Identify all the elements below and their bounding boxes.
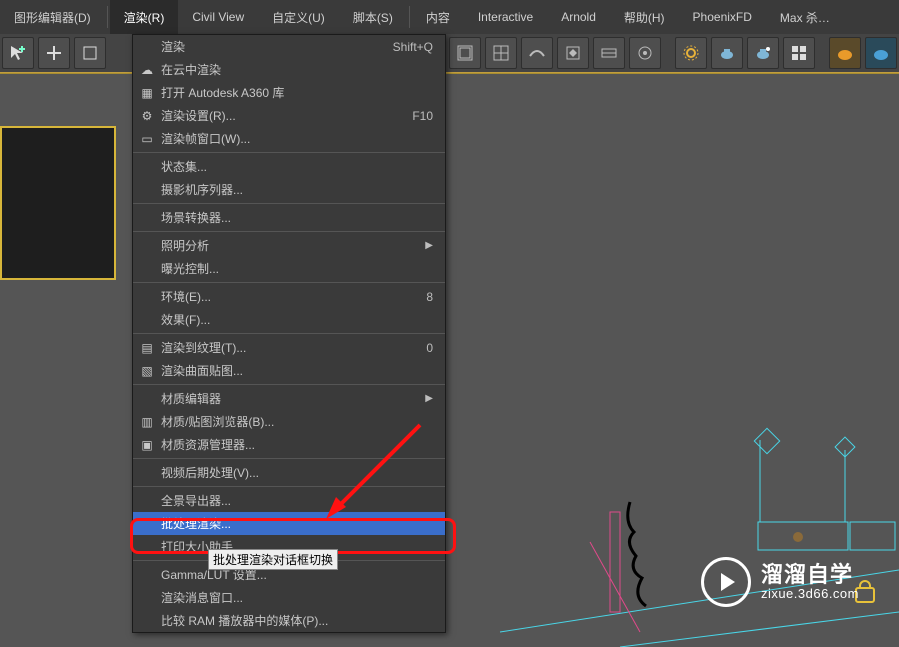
- menu-render-message[interactable]: 渲染消息窗口...: [133, 586, 445, 609]
- cloud-icon: ☁: [139, 62, 155, 78]
- menu-civil-view[interactable]: Civil View: [178, 0, 258, 34]
- menu-customize[interactable]: 自定义(U): [258, 0, 339, 34]
- tool-3-icon[interactable]: [74, 37, 106, 69]
- menu-panorama-exporter[interactable]: 全景导出器...: [133, 489, 445, 512]
- menu-script[interactable]: 脚本(S): [339, 0, 407, 34]
- watermark: 溜溜自学 zixue.3d66.com: [701, 557, 859, 607]
- menu-lighting-analysis[interactable]: 照明分析▶: [133, 234, 445, 257]
- tooltip: 批处理渲染对话框切换: [208, 549, 338, 570]
- menu-render-do[interactable]: 渲染Shift+Q: [133, 35, 445, 58]
- menu-divider: [133, 231, 445, 232]
- render-menu-dropdown: 渲染Shift+Q ☁在云中渲染 ▦打开 Autodesk A360 库 ⚙渲染…: [132, 34, 446, 633]
- menu-camera-sequencer[interactable]: 摄影机序列器...: [133, 178, 445, 201]
- menu-effects[interactable]: 效果(F)...: [133, 308, 445, 331]
- layout-h-icon[interactable]: [629, 37, 661, 69]
- settings-icon: ⚙: [139, 108, 155, 124]
- menu-video-post[interactable]: 视频后期处理(V)...: [133, 461, 445, 484]
- layout-c-icon[interactable]: [449, 37, 481, 69]
- menu-material-browser[interactable]: ▥材质/贴图浏览器(B)...: [133, 410, 445, 433]
- menu-state-sets[interactable]: 状态集...: [133, 155, 445, 178]
- menu-render-cloud[interactable]: ☁在云中渲染: [133, 58, 445, 81]
- menu-scene-converter[interactable]: 场景转换器...: [133, 206, 445, 229]
- menu-compare-ram[interactable]: 比较 RAM 播放器中的媒体(P)...: [133, 609, 445, 632]
- layout-d-icon[interactable]: [485, 37, 517, 69]
- menu-content[interactable]: 内容: [412, 0, 464, 34]
- teapot-b-icon[interactable]: [747, 37, 779, 69]
- menu-render-settings[interactable]: ⚙渲染设置(R)...F10: [133, 104, 445, 127]
- menu-render[interactable]: 渲染(R): [110, 0, 179, 34]
- render-prod-icon[interactable]: [829, 37, 861, 69]
- tex-icon: ▤: [139, 340, 155, 356]
- menubar: 图形编辑器(D) 渲染(R) Civil View 自定义(U) 脚本(S) 内…: [0, 0, 899, 35]
- menu-divider: [133, 152, 445, 153]
- surf-icon: ▧: [139, 363, 155, 379]
- menu-divider: [133, 486, 445, 487]
- menu-render-surface-map[interactable]: ▧渲染曲面贴图...: [133, 359, 445, 382]
- menu-render-to-texture[interactable]: ▤渲染到纹理(T)...0: [133, 336, 445, 359]
- frame-icon: ▭: [139, 131, 155, 147]
- chevron-right-icon: ▶: [425, 393, 433, 404]
- cursor-plus-icon[interactable]: [2, 37, 34, 69]
- menu-batch-render[interactable]: 批处理渲染...: [133, 512, 445, 535]
- menu-graph-editor[interactable]: 图形编辑器(D): [0, 0, 105, 34]
- menu-separator: [107, 6, 108, 28]
- play-icon: [701, 557, 751, 607]
- menu-divider: [133, 333, 445, 334]
- menu-material-explorer[interactable]: ▣材质资源管理器...: [133, 433, 445, 456]
- layout-f-icon[interactable]: [557, 37, 589, 69]
- render-iter-icon[interactable]: [865, 37, 897, 69]
- axis-move-icon[interactable]: [38, 37, 70, 69]
- menu-environment[interactable]: 环境(E)...8: [133, 285, 445, 308]
- menu-separator: [409, 6, 410, 28]
- menu-material-editor[interactable]: 材质编辑器▶: [133, 387, 445, 410]
- teapot-a-icon[interactable]: [711, 37, 743, 69]
- viewport-left-panel[interactable]: [0, 126, 116, 280]
- asset-icon: ▣: [139, 437, 155, 453]
- menu-phoenixfd[interactable]: PhoenixFD: [679, 0, 766, 34]
- watermark-url: zixue.3d66.com: [761, 587, 859, 602]
- menu-help[interactable]: 帮助(H): [610, 0, 679, 34]
- menu-max-extra[interactable]: Max 杀…: [766, 0, 844, 34]
- menu-arnold[interactable]: Arnold: [547, 0, 610, 34]
- a360-icon: ▦: [139, 85, 155, 101]
- layout-g-icon[interactable]: [593, 37, 625, 69]
- browser-icon: ▥: [139, 414, 155, 430]
- menu-divider: [133, 282, 445, 283]
- menu-divider: [133, 458, 445, 459]
- menu-open-a360[interactable]: ▦打开 Autodesk A360 库: [133, 81, 445, 104]
- menu-divider: [133, 203, 445, 204]
- grid-small-icon[interactable]: [783, 37, 815, 69]
- menu-interactive[interactable]: Interactive: [464, 0, 547, 34]
- layout-e-icon[interactable]: [521, 37, 553, 69]
- menu-divider: [133, 384, 445, 385]
- watermark-title: 溜溜自学: [761, 562, 859, 587]
- chevron-right-icon: ▶: [425, 240, 433, 251]
- gear-icon[interactable]: [675, 37, 707, 69]
- menu-exposure-control[interactable]: 曝光控制...: [133, 257, 445, 280]
- menu-render-frame-window[interactable]: ▭渲染帧窗口(W)...: [133, 127, 445, 150]
